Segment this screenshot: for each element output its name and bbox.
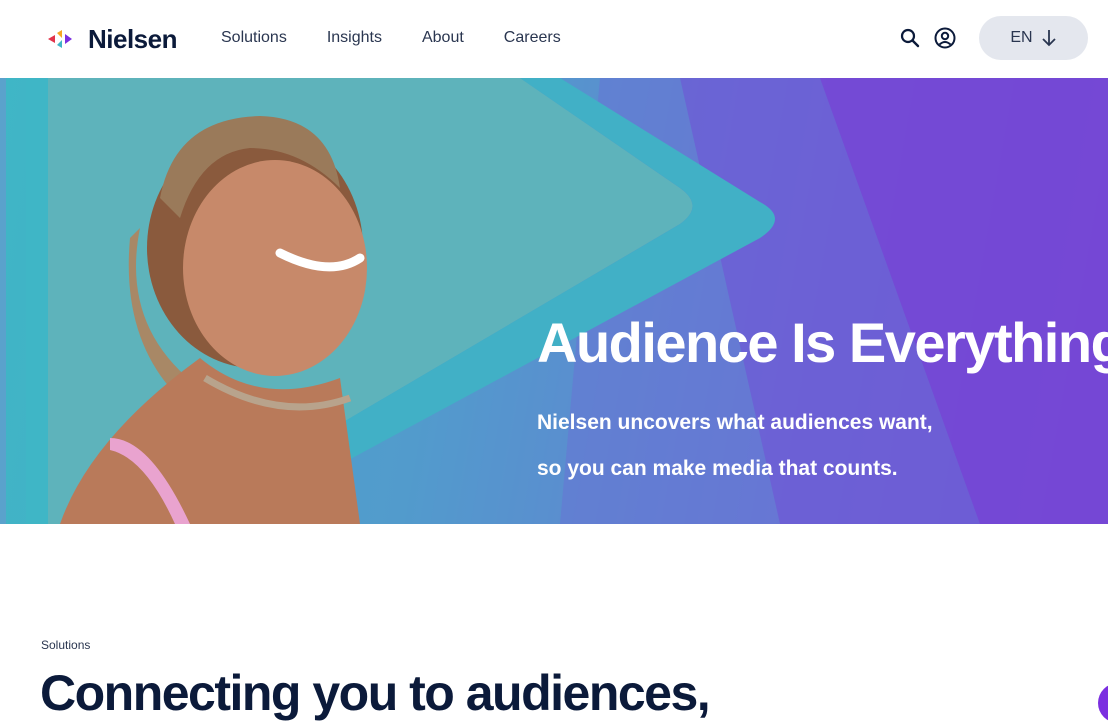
nav-item-careers[interactable]: Careers <box>504 28 561 48</box>
hero-subtitle: Nielsen uncovers what audiences want, so… <box>537 400 997 492</box>
main-nav: Solutions Insights About Careers <box>221 28 601 48</box>
search-icon <box>900 28 920 48</box>
hero-title: Audience Is Everything <box>537 311 1108 374</box>
arrow-down-icon <box>1041 30 1056 47</box>
language-label: EN <box>1010 29 1033 46</box>
nielsen-logo[interactable]: Nielsen <box>48 23 178 54</box>
language-selector[interactable]: EN <box>979 16 1088 60</box>
nav-item-insights[interactable]: Insights <box>327 28 382 48</box>
site-header: Nielsen Solutions Insights About Careers… <box>0 0 1108 78</box>
brand-name: Nielsen <box>88 23 178 54</box>
nav-item-about[interactable]: About <box>422 28 464 48</box>
hero-banner: Audience Is Everything Nielsen uncovers … <box>0 78 1108 524</box>
section-eyebrow: Solutions <box>41 638 91 652</box>
account-button[interactable] <box>933 26 957 50</box>
hero-subtitle-line: Nielsen uncovers what audiences want, <box>537 411 933 434</box>
search-button[interactable] <box>898 26 922 50</box>
nav-item-solutions[interactable]: Solutions <box>221 28 287 48</box>
section-heading: Connecting you to audiences, <box>40 665 711 721</box>
hero-subtitle-line: so you can make media that counts. <box>537 457 898 480</box>
user-circle-icon <box>934 27 956 49</box>
chat-launcher-button[interactable] <box>1098 683 1108 723</box>
logo-mark-icon <box>48 30 72 48</box>
